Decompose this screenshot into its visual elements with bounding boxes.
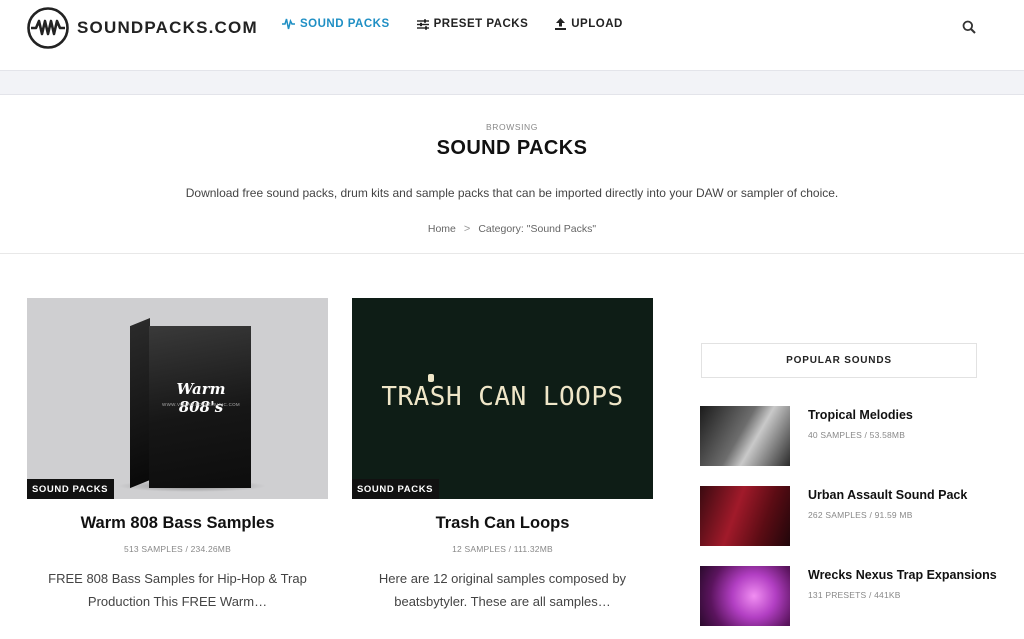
post-meta: 513 SAMPLES / 234.26MB: [124, 544, 231, 554]
site-header: SOUNDPACKS.COM SOUND PACKS PRESET PACKS: [0, 0, 1024, 70]
nav-sound-packs[interactable]: SOUND PACKS: [282, 18, 390, 30]
box-title: Warm 808's: [176, 380, 226, 416]
thumbnail-logo-text: TRASH CAN LOOPS: [381, 382, 624, 412]
post-title[interactable]: Warm 808 Bass Samples: [27, 514, 328, 533]
post-excerpt: FREE 808 Bass Samples for Hip-Hop & Trap…: [48, 571, 307, 609]
logo-text: SOUNDPACKS.COM: [77, 18, 258, 37]
post-card: Warm 808's WWW.VISUALSCALEMUSIC.COM SOUN…: [27, 298, 328, 613]
breadcrumb-separator-icon: >: [463, 223, 471, 235]
post-thumbnail[interactable]: TRASH CAN LOOPS SOUND PACKS: [352, 298, 653, 499]
popular-thumbnail[interactable]: [700, 406, 790, 466]
popular-title[interactable]: Tropical Melodies: [808, 408, 913, 422]
box-side: [130, 318, 150, 489]
post-title[interactable]: Trash Can Loops: [352, 514, 653, 533]
popular-meta: 131 PRESETS / 441KB: [808, 590, 901, 600]
nav-upload[interactable]: UPLOAD: [555, 18, 623, 30]
category-badge[interactable]: SOUND PACKS: [27, 479, 115, 499]
nav-label: SOUND PACKS: [300, 18, 390, 30]
archive-eyebrow: BROWSING: [485, 122, 539, 132]
archive-header: BROWSING SOUND PACKS Download free sound…: [0, 95, 1024, 254]
post-thumbnail[interactable]: Warm 808's WWW.VISUALSCALEMUSIC.COM SOUN…: [27, 298, 328, 499]
popular-item[interactable]: Wrecks Nexus Trap Expansions 131 PRESETS…: [700, 566, 997, 626]
popular-title[interactable]: Urban Assault Sound Pack: [808, 488, 967, 502]
lid-icon: [428, 374, 434, 382]
nav-label: PRESET PACKS: [433, 18, 529, 30]
nav-preset-packs[interactable]: PRESET PACKS: [416, 18, 529, 30]
post-meta: 12 SAMPLES / 111.32MB: [452, 544, 553, 554]
header-band: [0, 70, 1024, 95]
popular-meta: 40 SAMPLES / 53.58MB: [808, 430, 906, 440]
popular-item[interactable]: Tropical Melodies 40 SAMPLES / 53.58MB: [700, 406, 990, 466]
box-subtitle: WWW.VISUALSCALEMUSIC.COM: [162, 402, 240, 407]
widget-title: POPULAR SOUNDS: [701, 343, 977, 378]
page-title: SOUND PACKS: [436, 137, 588, 159]
logo-waveform-icon: [27, 7, 69, 49]
nav-label: UPLOAD: [571, 18, 623, 30]
sliders-icon: [416, 18, 429, 30]
popular-thumbnail[interactable]: [700, 486, 790, 546]
waveform-icon: [282, 18, 295, 30]
main-nav: SOUND PACKS PRESET PACKS UPLOAD: [282, 18, 650, 30]
archive-description: Download free sound packs, drum kits and…: [185, 186, 839, 200]
popular-title[interactable]: Wrecks Nexus Trap Expansions: [808, 568, 997, 582]
popular-item[interactable]: Urban Assault Sound Pack 262 SAMPLES / 9…: [700, 486, 990, 546]
breadcrumb: Home > Category: "Sound Packs": [0, 223, 1024, 235]
site-logo[interactable]: SOUNDPACKS.COM: [26, 6, 258, 50]
category-badge[interactable]: SOUND PACKS: [352, 479, 440, 499]
post-card: TRASH CAN LOOPS SOUND PACKS Trash Can Lo…: [352, 298, 653, 613]
search-icon[interactable]: [962, 20, 976, 34]
breadcrumb-home[interactable]: Home: [428, 223, 456, 235]
breadcrumb-current: Category: "Sound Packs": [478, 223, 597, 235]
popular-thumbnail[interactable]: [700, 566, 790, 626]
post-excerpt: Here are 12 original samples composed by…: [378, 571, 627, 609]
popular-meta: 262 SAMPLES / 91.59 MB: [808, 510, 913, 520]
upload-icon: [555, 18, 567, 30]
